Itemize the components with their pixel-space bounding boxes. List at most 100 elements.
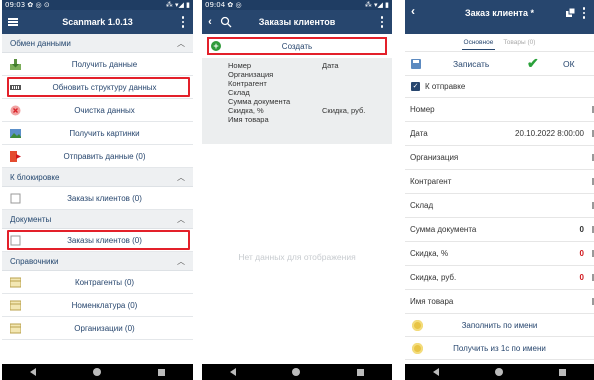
back-icon[interactable]: [30, 368, 37, 376]
field-value: 0: [579, 273, 584, 282]
field-label: Скидка, %: [410, 249, 449, 258]
checkbox-icon: [10, 235, 21, 246]
tab-bar: Основное Товары (0): [405, 34, 594, 52]
field-discount-rub[interactable]: Скидка, руб. 0: [405, 266, 594, 290]
field-label: Организация: [410, 153, 459, 162]
field-number[interactable]: Номер: [405, 98, 594, 122]
check-icon[interactable]: ✔: [527, 55, 539, 72]
recent-apps-icon[interactable]: [559, 368, 566, 376]
image-icon: [10, 129, 21, 138]
section-title: Справочники: [10, 256, 59, 266]
field-warehouse[interactable]: Склад: [405, 194, 594, 218]
ok-button[interactable]: ОК: [563, 59, 575, 69]
section-title: К блокировке: [10, 172, 60, 182]
chevron-up-icon[interactable]: ︿: [177, 256, 185, 267]
organizations-item[interactable]: Организации (0): [2, 317, 193, 340]
hamburger-menu-icon[interactable]: [2, 10, 24, 34]
counterparties-item[interactable]: Контрагенты (0): [2, 271, 193, 294]
tab-main[interactable]: Основное: [461, 36, 496, 50]
header-field: Дата: [322, 61, 339, 70]
empty-state-text: Нет данных для отображения: [238, 252, 356, 262]
item-label: Организации (0): [74, 323, 135, 333]
back-arrow-icon[interactable]: ‹: [202, 16, 218, 28]
chevron-up-icon[interactable]: ︿: [177, 172, 185, 183]
title-text: Заказ клиента: [465, 8, 528, 18]
header-field: Скидка, руб.: [322, 106, 366, 115]
recent-apps-icon[interactable]: [356, 368, 364, 376]
field-label: Номер: [410, 105, 435, 114]
get-pictures-item[interactable]: Получить картинки: [2, 122, 193, 145]
item-label: Получить картинки: [69, 128, 140, 138]
field-doc-sum[interactable]: Сумма документа 0: [405, 218, 594, 242]
home-icon[interactable]: [292, 368, 301, 376]
send-data-item[interactable]: Отправить данные (0): [2, 145, 193, 168]
field-value: 20.10.2022 8:00:00: [515, 129, 584, 138]
save-icon: [411, 59, 421, 69]
search-icon[interactable]: [220, 16, 232, 28]
back-arrow-icon[interactable]: ‹: [405, 4, 421, 18]
back-icon[interactable]: [433, 368, 439, 376]
field-product-name[interactable]: Имя товара: [405, 290, 594, 314]
overflow-menu-icon[interactable]: [578, 0, 590, 26]
status-time: 09:04: [205, 1, 226, 9]
clear-data-item[interactable]: Очистка данных: [2, 99, 193, 122]
field-value: 0: [579, 225, 584, 234]
field-discount-percent[interactable]: Скидка, % 0: [405, 242, 594, 266]
plus-icon: +: [211, 41, 221, 51]
field-organization[interactable]: Организация: [405, 146, 594, 170]
app-bar: Scanmark 1.0.13: [2, 10, 193, 34]
chevron-up-icon[interactable]: ︿: [177, 214, 185, 225]
structure-icon: [10, 85, 21, 90]
header-field: Контрагент: [228, 79, 267, 88]
copy-icon[interactable]: [566, 8, 576, 18]
overflow-menu-icon[interactable]: [376, 10, 388, 34]
status-icons: ✿ ◎ ⊙: [27, 1, 50, 9]
coin-icon: [412, 320, 423, 331]
create-label: Создать: [281, 41, 313, 51]
home-icon[interactable]: [92, 368, 101, 376]
status-time: 09:03: [5, 1, 26, 9]
item-label: Номенклатура (0): [71, 300, 138, 310]
field-label: Склад: [410, 201, 434, 210]
item-label: Заказы клиентов (0): [67, 193, 142, 203]
tab-goods[interactable]: Товары (0): [501, 36, 537, 49]
status-bar: 09:03 ✿ ◎ ⊙ ⁂ ▾◢ ▮: [2, 0, 193, 10]
table-icon: [10, 277, 21, 288]
section-directories[interactable]: Справочники ︿: [2, 252, 193, 271]
recent-apps-icon[interactable]: [157, 368, 165, 376]
chevron-up-icon[interactable]: ︿: [177, 38, 185, 49]
status-icons: ✿ ◎: [227, 1, 242, 9]
header-field: Скидка, %: [228, 106, 264, 115]
overflow-menu-icon[interactable]: [177, 10, 189, 34]
home-icon[interactable]: [495, 368, 503, 376]
coin-icon: [412, 343, 423, 354]
download-icon: [10, 59, 21, 70]
update-structure-item[interactable]: Обновить структуру данных: [2, 76, 193, 99]
field-date[interactable]: Дата 20.10.2022 8:00:00: [405, 122, 594, 146]
header-field: Организация: [228, 70, 274, 79]
field-counterparty[interactable]: Контрагент: [405, 170, 594, 194]
section-documents[interactable]: Документы ︿: [2, 210, 193, 229]
field-label: Скидка, руб.: [410, 273, 457, 282]
get-data-item[interactable]: Получить данные: [2, 53, 193, 76]
nomenclature-item[interactable]: Номенклатура (0): [2, 294, 193, 317]
checkbox-checked-icon[interactable]: ✓: [411, 82, 420, 91]
orders-list-screen: 09:04 ✿ ◎ ⁂ ▾◢ ▮ ‹ Заказы клиентов + Соз…: [202, 0, 392, 380]
section-exchange[interactable]: Обмен данными ︿: [2, 34, 193, 53]
create-button[interactable]: + Создать: [207, 37, 387, 55]
android-nav-bar: [2, 364, 193, 380]
item-label: Отправить данные (0): [63, 151, 146, 161]
back-icon[interactable]: [230, 368, 237, 376]
send-checkbox-row[interactable]: ✓ К отправке: [405, 76, 594, 98]
get-from-1c-button[interactable]: Получить из 1с по имени: [405, 337, 594, 360]
app-bar: ‹ Заказ клиента *: [405, 0, 594, 34]
header-field: Номер: [228, 61, 252, 70]
save-button[interactable]: Записать: [453, 59, 489, 69]
blocking-orders-item[interactable]: Заказы клиентов (0): [2, 187, 193, 210]
checkbox-label: К отправке: [425, 82, 466, 91]
item-label: Получить данные: [71, 59, 138, 69]
documents-orders-item[interactable]: Заказы клиентов (0): [2, 229, 193, 252]
fill-by-name-button[interactable]: Заполнить по имени: [405, 314, 594, 337]
section-blocking[interactable]: К блокировке ︿: [2, 168, 193, 187]
item-label: Заказы клиентов (0): [67, 235, 142, 245]
